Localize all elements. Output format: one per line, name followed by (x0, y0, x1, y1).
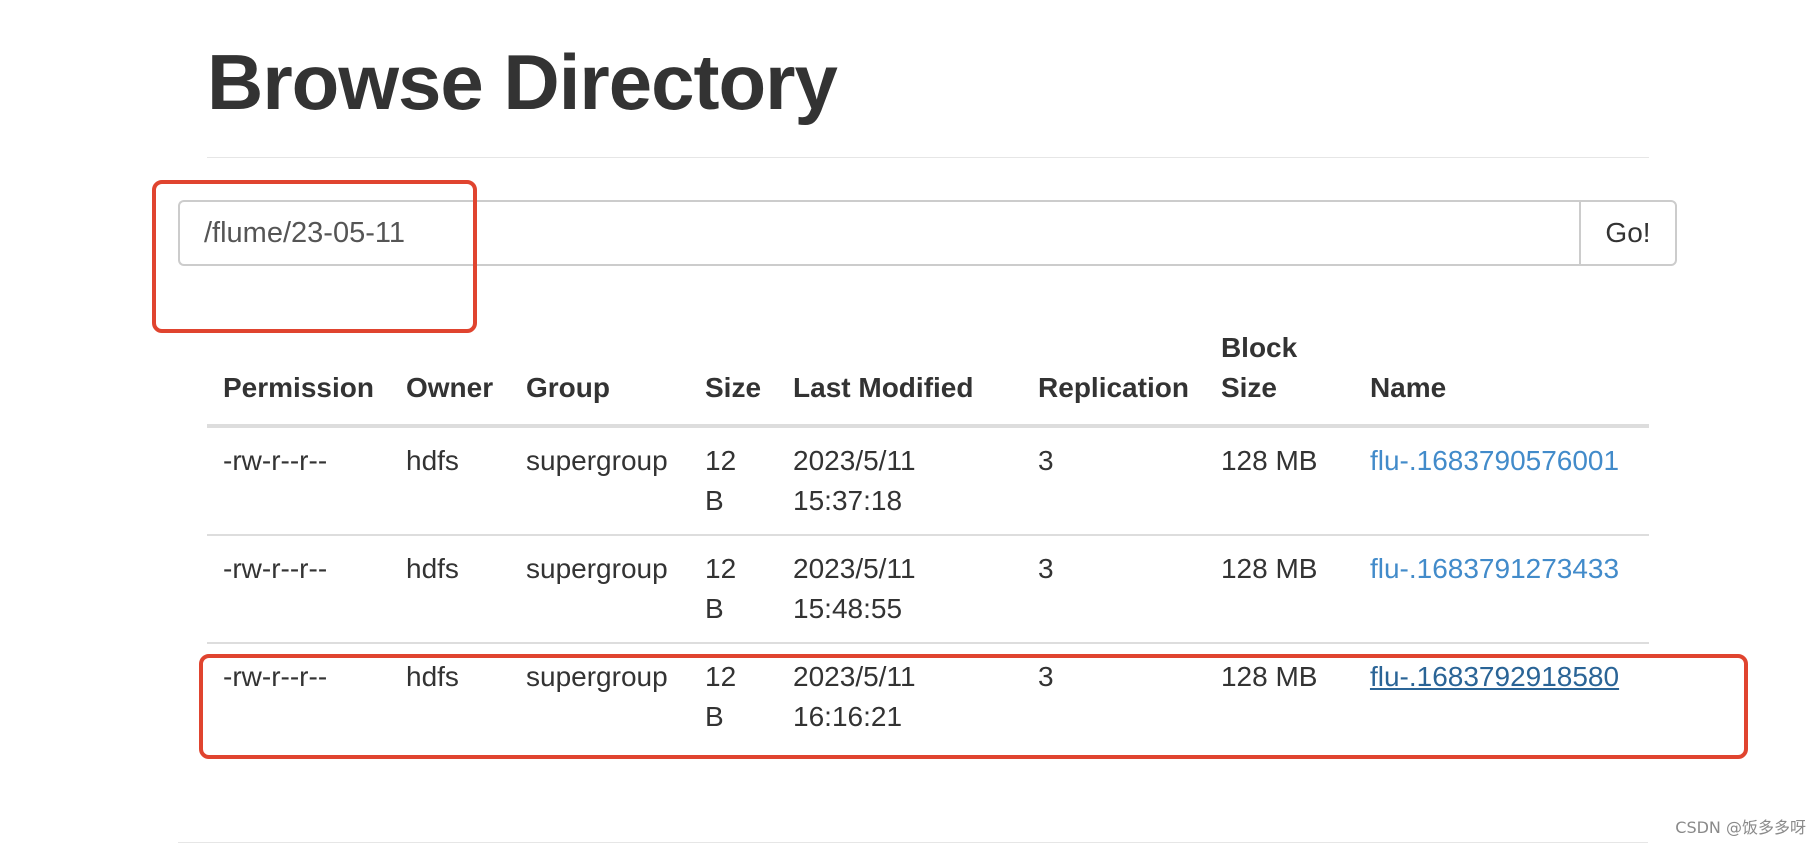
cell-group: supergroup (526, 445, 668, 476)
header-last-modified[interactable]: Last Modified (777, 320, 1023, 428)
table-header-row: Permission Owner Group Size Last Modifie… (207, 320, 1649, 428)
header-replication[interactable]: Replication (1022, 320, 1205, 428)
cell-replication: 3 (1022, 642, 1205, 750)
header-group[interactable]: Group (510, 320, 689, 428)
file-link[interactable]: flu-.1683790576001 (1370, 445, 1619, 476)
header-permission[interactable]: Permission (207, 320, 390, 428)
cell-group: supergroup (510, 534, 689, 643)
header-name[interactable]: Name (1353, 320, 1649, 428)
cell-size: 12 B (689, 534, 778, 643)
cell-owner: hdfs (390, 642, 510, 750)
cell-last-modified: 2023/5/11 15:48:55 (777, 534, 1023, 643)
cell-block-size: 128 MB (1204, 534, 1354, 643)
cell-replication: 3 (1038, 445, 1054, 476)
cell-size: 12 B (689, 642, 778, 750)
hdfs-browse-page: Browse Directory Go! Permission Owner Gr… (0, 0, 1820, 846)
cell-owner: hdfs (390, 534, 510, 643)
cell-name: flu-.1683792918580 (1353, 642, 1649, 750)
cell-owner: hdfs (406, 445, 459, 476)
file-link[interactable]: flu-.1683791273433 (1370, 553, 1619, 584)
header-block-size[interactable]: Block Size (1204, 320, 1354, 428)
title-divider (207, 157, 1649, 158)
directory-table: Permission Owner Group Size Last Modifie… (207, 320, 1649, 750)
cell-group: supergroup (510, 642, 689, 750)
page-title: Browse Directory (207, 38, 838, 126)
bottom-divider (178, 842, 1648, 843)
cell-block-size: 128 MB (1204, 642, 1354, 750)
cell-permission: -rw-r--r-- (207, 534, 390, 643)
cell-permission: -rw-r--r-- (223, 445, 328, 476)
file-link[interactable]: flu-.1683792918580 (1370, 661, 1619, 692)
cell-block-size: 128 MB (1220, 445, 1318, 476)
cell-permission: -rw-r--r-- (207, 642, 390, 750)
cell-last-modified: 2023/5/11 16:16:21 (777, 642, 1023, 750)
cell-name: flu-.1683790576001 (1354, 426, 1649, 535)
cell-name: flu-.1683791273433 (1353, 534, 1649, 643)
table-row: -rw-r--r-- hdfs supergroup 12 B 2023/5/1… (207, 534, 1649, 643)
header-size[interactable]: Size (689, 320, 778, 428)
table-row: -rw-r--r-- hdfs supergroup 12 B 2023/5/1… (207, 642, 1649, 750)
watermark: CSDN @饭多多呀 (1675, 818, 1806, 837)
header-owner[interactable]: Owner (390, 320, 510, 428)
cell-size: 12 B (705, 445, 737, 516)
cell-replication: 3 (1022, 534, 1205, 643)
table-row: -rw-r--r-- hdfs supergroup 12 B 2023/5/1… (207, 426, 1649, 535)
path-input[interactable] (178, 200, 1579, 266)
go-button[interactable]: Go! (1579, 200, 1677, 266)
cell-last-modified: 2023/5/11 15:37:18 (793, 445, 916, 516)
path-input-group: Go! (178, 200, 1677, 266)
